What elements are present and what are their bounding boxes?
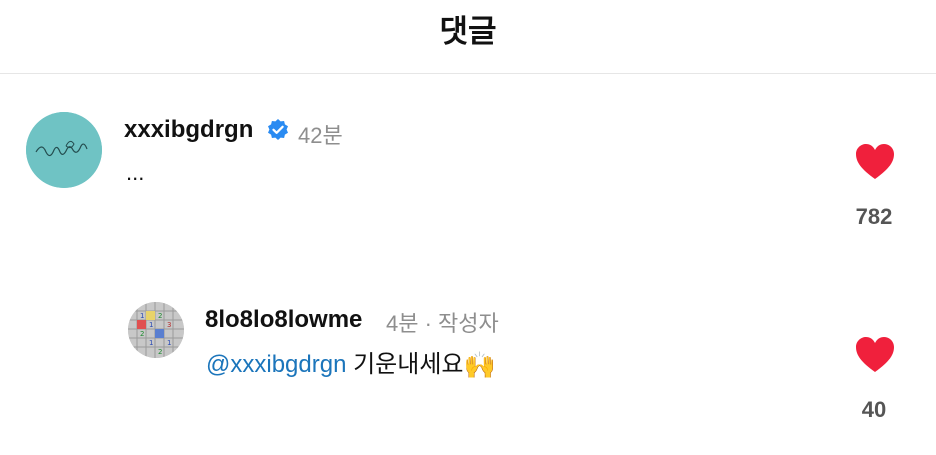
svg-text:1: 1 bbox=[140, 312, 144, 320]
minesweeper-avatar-icon[interactable]: 1 2 1 3 2 1 1 2 bbox=[128, 302, 184, 358]
verified-badge-icon bbox=[268, 119, 288, 140]
comment-like-count: 782 bbox=[855, 204, 893, 229]
reply-mention-link[interactable]: @xxxibgdrgn bbox=[206, 351, 346, 378]
comment-time: 42분 bbox=[298, 123, 343, 148]
heart-filled-icon[interactable] bbox=[855, 336, 895, 374]
svg-text:1: 1 bbox=[149, 339, 153, 347]
page-title: 댓글 bbox=[439, 14, 497, 49]
svg-text:1: 1 bbox=[149, 321, 153, 329]
reply-like-count: 40 bbox=[861, 397, 887, 422]
heart-filled-icon[interactable] bbox=[855, 143, 895, 181]
comments-header: 댓글 bbox=[0, 0, 936, 74]
reply-username[interactable]: 8lo8lo8lowme bbox=[205, 306, 362, 334]
svg-text:1: 1 bbox=[167, 339, 171, 347]
reply-text-line: @xxxibgdrgn 기운내세요🙌 bbox=[206, 344, 496, 381]
comment-username[interactable]: xxxibgdrgn bbox=[124, 116, 253, 144]
svg-text:2: 2 bbox=[140, 330, 144, 338]
svg-text:2: 2 bbox=[158, 312, 162, 320]
raised-hands-emoji-icon: 🙌 bbox=[463, 350, 496, 380]
svg-text:3: 3 bbox=[167, 321, 171, 329]
profile-avatar-icon[interactable] bbox=[26, 112, 102, 188]
reply-meta: 4분 · 작성자 bbox=[386, 311, 499, 336]
reply-text: 기운내세요 bbox=[346, 351, 464, 378]
comment-text: ... bbox=[126, 160, 145, 185]
svg-text:2: 2 bbox=[158, 348, 162, 356]
